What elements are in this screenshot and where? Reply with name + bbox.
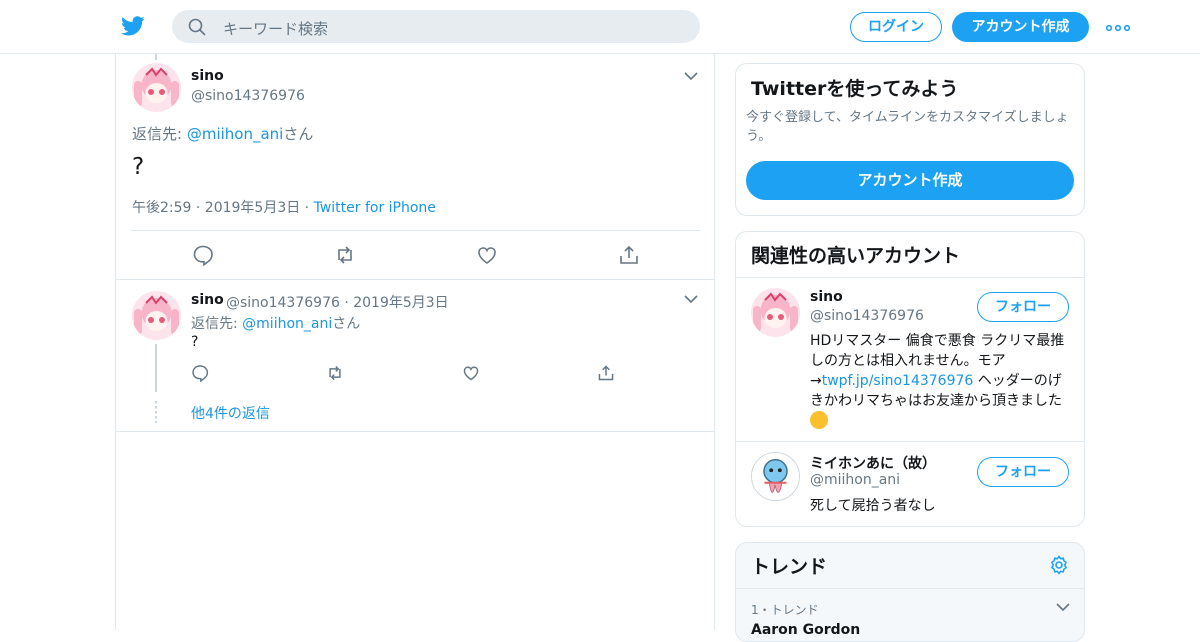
tweet-timestamp[interactable]: 午後2:59 · 2019年5月3日 (132, 200, 300, 216)
avatar-image (132, 291, 181, 340)
tweet-meta: 午後2:59 · 2019年5月3日 · Twitter for iPhone (132, 200, 436, 216)
share-icon[interactable] (597, 364, 615, 382)
author-name[interactable]: sino (191, 292, 224, 308)
search-input[interactable]: キーワード検索 (223, 18, 328, 39)
trend-rank-label: 1・トレンド (751, 603, 819, 617)
search-bar[interactable]: キーワード検索 (172, 10, 700, 43)
reply-icon[interactable] (192, 244, 214, 266)
author-handle-date[interactable]: @sino14376976 · 2019年5月3日 (226, 292, 449, 312)
chevron-down-icon[interactable] (1056, 603, 1070, 611)
signup-card-title: Twitterを使ってみよう (751, 78, 959, 100)
gear-icon[interactable] (1049, 555, 1069, 575)
account-bio: 死して屍拾う者なし (810, 498, 936, 514)
avatar-image (751, 288, 800, 337)
avatar[interactable] (132, 63, 181, 112)
bio-link[interactable]: twpf.jp/sino14376976 (822, 373, 974, 389)
top-bar: キーワード検索 ログイン アカウント作成 (0, 0, 1200, 54)
account-name[interactable]: sino (810, 289, 843, 305)
divider (131, 230, 700, 231)
trend-name[interactable]: Aaron Gordon (751, 622, 860, 638)
trends-title: トレンド (751, 556, 828, 578)
signup-card-description: 今すぐ登録して、タイムラインをカスタマイズしましょう。 (746, 110, 1069, 144)
avatar[interactable] (132, 291, 181, 340)
account-name[interactable]: ミイホンあに（故） (810, 453, 936, 473)
tweet-text: ? (191, 334, 199, 350)
like-icon[interactable] (462, 364, 480, 382)
login-button[interactable]: ログイン (850, 12, 942, 42)
smiling-face-emoji-icon (810, 411, 828, 429)
follow-button[interactable]: フォロー (977, 292, 1069, 322)
account-handle[interactable]: @sino14376976 (810, 308, 924, 324)
trends-card: トレンド 1・トレンド Aaron Gordon (735, 542, 1085, 642)
thread-line (155, 344, 157, 392)
avatar-image (132, 63, 181, 112)
reply-icon[interactable] (191, 364, 209, 382)
author-handle[interactable]: @sino14376976 (191, 88, 305, 104)
retweet-icon[interactable] (326, 364, 344, 382)
more-icon[interactable] (1106, 24, 1130, 32)
signup-button[interactable]: アカウント作成 (952, 12, 1089, 42)
avatar-image (752, 453, 799, 500)
avatar[interactable] (751, 452, 800, 501)
thread-line-top (155, 54, 157, 60)
share-icon[interactable] (618, 244, 640, 266)
related-accounts-title: 関連性の高いアカウント (751, 245, 961, 267)
divider (116, 431, 714, 432)
twitter-bird-icon[interactable] (120, 14, 146, 38)
timeline-column: sino @sino14376976 返信先: @miihon_aniさん ? … (115, 54, 715, 630)
divider (116, 279, 714, 280)
related-accounts-card: 関連性の高いアカウント sino @sino14376976 フォロー HDリマ… (735, 231, 1085, 527)
signup-card-button[interactable]: アカウント作成 (746, 161, 1074, 200)
divider (736, 277, 1084, 278)
divider (736, 441, 1084, 442)
more-replies-link[interactable]: 他4件の返信 (191, 403, 270, 423)
follow-button[interactable]: フォロー (977, 457, 1069, 487)
reply-to-link[interactable]: @miihon_ani (187, 125, 284, 143)
reply-context: 返信先: @miihon_aniさん (132, 125, 314, 143)
chevron-down-icon[interactable] (684, 72, 698, 80)
author-name[interactable]: sino (191, 68, 224, 84)
chevron-down-icon[interactable] (684, 295, 698, 303)
divider (736, 588, 1084, 589)
thread-dots (155, 401, 157, 423)
tweet-text: ? (132, 154, 145, 180)
search-icon (188, 18, 206, 36)
account-handle[interactable]: @miihon_ani (810, 472, 900, 488)
signup-card: Twitterを使ってみよう 今すぐ登録して、タイムラインをカスタマイズしましょ… (735, 63, 1085, 216)
like-icon[interactable] (476, 244, 498, 266)
reply-context: 返信先: @miihon_aniさん (191, 316, 361, 332)
reply-to-link[interactable]: @miihon_ani (242, 316, 332, 332)
tweet-source[interactable]: Twitter for iPhone (314, 200, 436, 216)
retweet-icon[interactable] (334, 244, 356, 266)
account-bio: HDリマスター 偏食で悪食 ラクリマ最推しの方とは相入れません。モア→twpf.… (810, 331, 1072, 432)
avatar[interactable] (751, 288, 800, 337)
